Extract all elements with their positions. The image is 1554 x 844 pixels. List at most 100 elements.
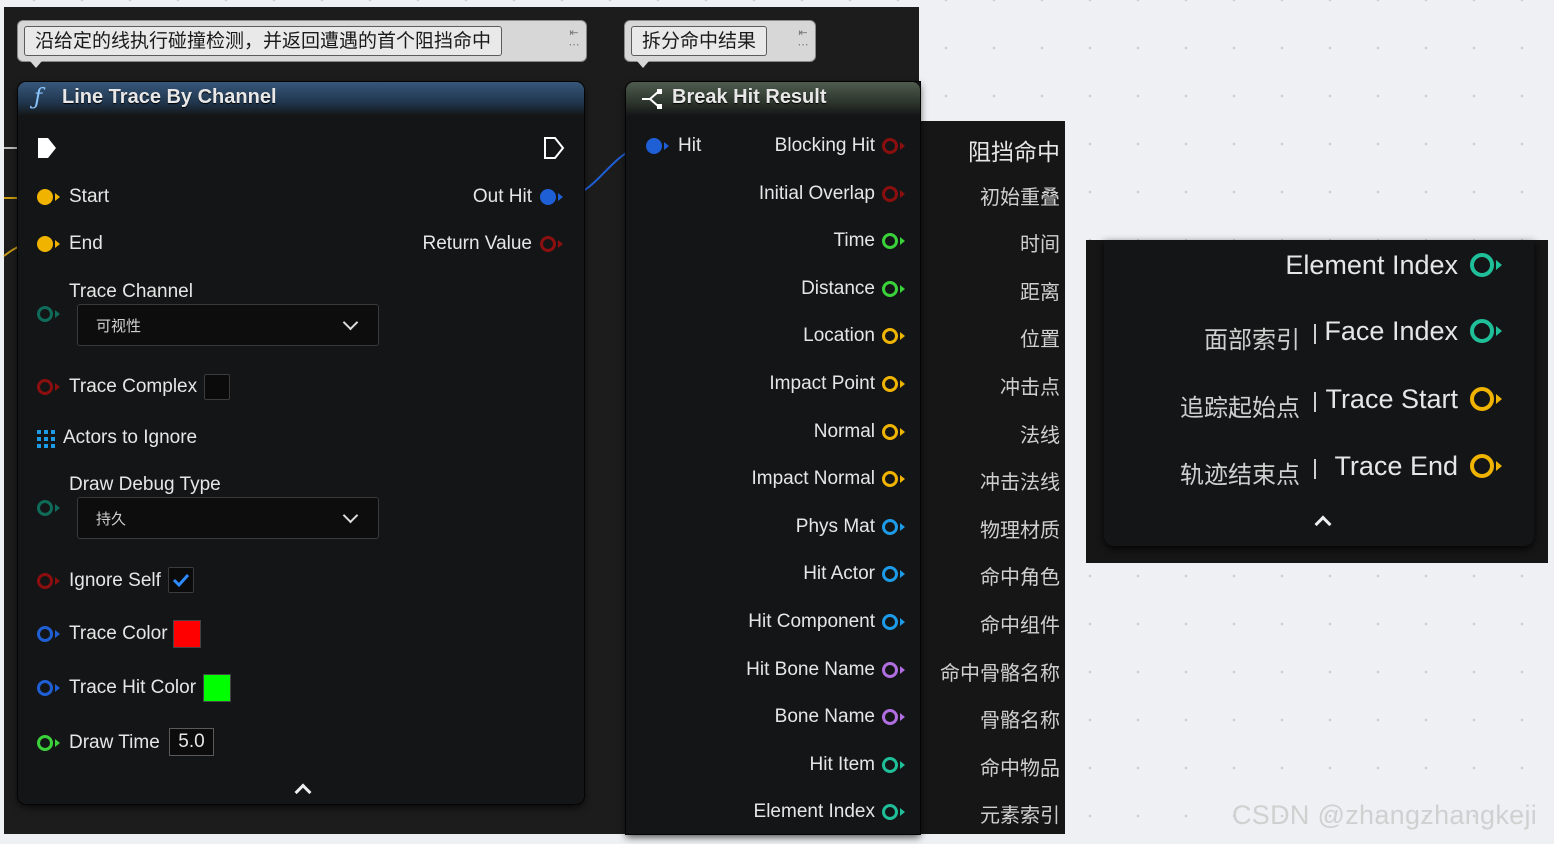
break-output-label: Hit Bone Name — [746, 659, 875, 680]
pin-arrow-icon — [900, 666, 905, 674]
divider-mark — [1314, 459, 1316, 479]
break-output-translation: 时间 — [1020, 232, 1060, 256]
break-output-label: Location — [803, 325, 875, 346]
break-output-translation: 冲击点 — [1000, 375, 1060, 399]
exec-out-pin-icon[interactable] — [543, 136, 565, 160]
pin-arrow-icon — [900, 380, 905, 388]
node-title: Line Trace By Channel — [62, 86, 277, 108]
pin-icon[interactable]: ⇤ ⋯ — [797, 27, 809, 55]
exec-in-pin-icon[interactable] — [36, 136, 58, 160]
return-value-pin-icon[interactable] — [540, 236, 556, 252]
break-output-label: Distance — [801, 278, 875, 299]
bubble-tail — [637, 61, 649, 68]
break-output-pin-icon[interactable] — [882, 614, 898, 630]
trace-hit-color-pin-icon[interactable] — [37, 680, 53, 696]
array-pin-icon[interactable] — [37, 430, 55, 448]
break-output-translation: 元素索引 — [980, 803, 1060, 827]
break-output-pin-icon[interactable] — [882, 376, 898, 392]
ignore-self-label: Ignore Self — [69, 570, 161, 591]
node-title: Break Hit Result — [672, 86, 827, 108]
inset-output-translation: 轨迹结束点 — [1180, 461, 1300, 489]
break-output-pin-icon[interactable] — [882, 566, 898, 582]
trace-complex-checkbox[interactable] — [204, 374, 230, 400]
break-output-translation: 骨骼名称 — [980, 708, 1060, 732]
break-output-label: Hit Actor — [803, 563, 875, 584]
inset-output-label: Trace End — [1334, 451, 1458, 481]
break-output-pin-icon[interactable] — [882, 471, 898, 487]
inset-output-label: Face Index — [1324, 316, 1458, 346]
break-output-label: Blocking Hit — [774, 135, 875, 156]
pin-icon[interactable]: ⇤ ⋯ — [568, 27, 580, 55]
ignore-self-pin-icon[interactable] — [37, 573, 53, 589]
inset-output-pin-icon[interactable] — [1470, 454, 1494, 478]
break-output-label: Normal — [813, 421, 875, 442]
break-output-translation: 初始重叠 — [980, 185, 1060, 209]
break-output-label: Time — [833, 230, 875, 251]
start-label: Start — [69, 186, 110, 207]
divider-mark — [1314, 392, 1316, 412]
break-struct-icon — [642, 89, 662, 109]
break-output-translation: 冲击法线 — [980, 470, 1060, 494]
break-output-pin-icon[interactable] — [882, 424, 898, 440]
pin-arrow-icon — [900, 237, 905, 245]
trace-complex-label: Trace Complex — [69, 376, 198, 397]
start-pin-icon[interactable] — [37, 189, 53, 205]
node-header[interactable]: Break Hit Result — [626, 82, 920, 116]
break-output-pin-icon[interactable] — [882, 233, 898, 249]
break-output-label: Bone Name — [774, 706, 875, 727]
inset-output-label: Trace Start — [1325, 384, 1458, 414]
break-output-pin-icon[interactable] — [882, 281, 898, 297]
trace-channel-pin-icon[interactable] — [37, 306, 53, 322]
pin-arrow-icon — [55, 577, 60, 585]
trace-comment-bubble[interactable]: 沿给定的线执行碰撞检测，并返回遭遇的首个阻挡命中 ⇤ ⋯ — [17, 20, 587, 68]
inset-output-pin-icon[interactable] — [1470, 319, 1494, 343]
pin-arrow-icon — [900, 475, 905, 483]
break-output-translation: 法线 — [1020, 423, 1060, 447]
chevron-down-icon — [342, 507, 359, 524]
trace-color-pin-icon[interactable] — [37, 626, 53, 642]
draw-debug-type-value: 持久 — [96, 510, 127, 528]
break-comment-bubble[interactable]: 拆分命中结果 ⇤ ⋯ — [624, 20, 816, 68]
break-output-pin-icon[interactable] — [882, 757, 898, 773]
trace-comment-text: 沿给定的线执行碰撞检测，并返回遭遇的首个阻挡命中 — [24, 26, 503, 56]
end-label: End — [69, 233, 103, 254]
draw-time-input[interactable]: 5.0 — [169, 728, 214, 756]
pin-arrow-icon — [900, 808, 905, 816]
inset-output-pin-icon[interactable] — [1470, 387, 1494, 411]
pin-arrow-icon — [900, 570, 905, 578]
end-pin-icon[interactable] — [37, 236, 53, 252]
pin-arrow-icon — [900, 285, 905, 293]
node-header[interactable]: ƒ Line Trace By Channel — [18, 82, 584, 116]
draw-debug-type-pin-icon[interactable] — [37, 500, 53, 516]
pin-arrow-icon — [900, 713, 905, 721]
break-output-label: Element Index — [753, 801, 875, 822]
pin-arrow-icon — [664, 142, 669, 150]
inset-output-pin-icon[interactable] — [1470, 253, 1494, 277]
out-hit-pin-icon[interactable] — [540, 189, 556, 205]
break-output-pin-icon[interactable] — [882, 138, 898, 154]
pin-arrow-icon — [1496, 461, 1502, 471]
break-output-label: Phys Mat — [795, 516, 875, 537]
trace-color-swatch[interactable] — [173, 620, 201, 648]
pin-arrow-icon — [55, 383, 60, 391]
break-output-pin-icon[interactable] — [882, 709, 898, 725]
break-output-pin-icon[interactable] — [882, 328, 898, 344]
break-output-pin-icon[interactable] — [882, 804, 898, 820]
pin-arrow-icon — [900, 618, 905, 626]
draw-time-pin-icon[interactable] — [37, 735, 53, 751]
hit-pin-icon[interactable] — [646, 138, 662, 154]
break-output-translation: 位置 — [1020, 327, 1060, 351]
ignore-self-checkbox[interactable] — [168, 567, 194, 593]
trace-channel-dropdown[interactable]: 可视性 — [77, 304, 379, 346]
trace-hit-color-swatch[interactable] — [203, 674, 231, 702]
trace-complex-pin-icon[interactable] — [37, 379, 53, 395]
break-output-pin-icon[interactable] — [882, 662, 898, 678]
break-output-label: Impact Normal — [751, 468, 875, 489]
pin-arrow-icon — [1496, 326, 1502, 336]
hit-input-label: Hit — [678, 135, 702, 156]
break-output-translation: 命中组件 — [980, 613, 1060, 637]
break-output-pin-icon[interactable] — [882, 186, 898, 202]
actors-to-ignore-label: Actors to Ignore — [63, 427, 198, 448]
draw-debug-type-dropdown[interactable]: 持久 — [77, 497, 379, 539]
break-output-pin-icon[interactable] — [882, 519, 898, 535]
